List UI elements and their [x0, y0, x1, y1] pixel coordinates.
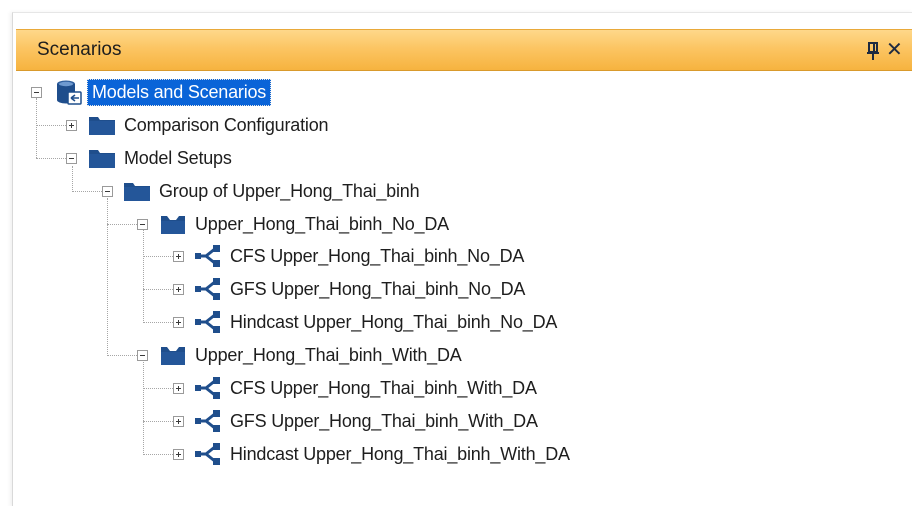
folder-icon	[123, 178, 151, 204]
tree-node-comparison-configuration[interactable]: Comparison Configuration	[88, 111, 332, 139]
folder-icon	[88, 112, 116, 138]
tree-node-label[interactable]: GFS Upper_Hong_Thai_binh_No_DA	[226, 277, 529, 302]
tree-node-model-with-da[interactable]: Upper_Hong_Thai_binh_With_DA	[159, 341, 466, 369]
collapse-toggle-with-da[interactable]	[137, 350, 148, 361]
tree-node-scenario[interactable]: CFS Upper_Hong_Thai_binh_No_DA	[194, 242, 528, 270]
tree-node-scenario[interactable]: Hindcast Upper_Hong_Thai_binh_With_DA	[194, 440, 574, 468]
expand-toggle-gfs-no-da[interactable]	[173, 284, 184, 295]
database-scenario-icon	[55, 79, 83, 105]
model-icon	[159, 211, 187, 237]
folder-icon	[88, 145, 116, 171]
tree-node-label[interactable]: Upper_Hong_Thai_binh_With_DA	[191, 343, 466, 368]
tree-node-scenario[interactable]: GFS Upper_Hong_Thai_binh_No_DA	[194, 275, 529, 303]
scenario-icon	[194, 243, 222, 269]
tree-node-label[interactable]: Comparison Configuration	[120, 113, 332, 138]
tree-node-scenario[interactable]: GFS Upper_Hong_Thai_binh_With_DA	[194, 407, 542, 435]
tree-node-group[interactable]: Group of Upper_Hong_Thai_binh	[123, 177, 423, 205]
expand-toggle-comparison[interactable]	[66, 120, 77, 131]
expand-toggle-hindcast-with-da[interactable]	[173, 449, 184, 460]
scenario-icon	[194, 276, 222, 302]
tree-node-label[interactable]: Group of Upper_Hong_Thai_binh	[155, 179, 423, 204]
expand-toggle-hindcast-no-da[interactable]	[173, 317, 184, 328]
collapse-toggle-model-setups[interactable]	[66, 153, 77, 164]
tree-node-label[interactable]: CFS Upper_Hong_Thai_binh_No_DA	[226, 244, 528, 269]
tree-node-label[interactable]: Model Setups	[120, 146, 236, 171]
expand-toggle-cfs-with-da[interactable]	[173, 383, 184, 394]
tree-node-model-setups[interactable]: Model Setups	[88, 144, 236, 172]
scenario-icon	[194, 441, 222, 467]
tree-node-root[interactable]: Models and Scenarios	[55, 78, 272, 106]
scenario-icon	[194, 408, 222, 434]
collapse-toggle-root[interactable]	[31, 87, 42, 98]
scenario-icon	[194, 309, 222, 335]
scenario-tree: Models and Scenarios Comparison Configur…	[0, 0, 912, 506]
tree-node-label[interactable]: Upper_Hong_Thai_binh_No_DA	[191, 212, 453, 237]
tree-node-label[interactable]: Hindcast Upper_Hong_Thai_binh_With_DA	[226, 442, 574, 467]
tree-node-label[interactable]: Hindcast Upper_Hong_Thai_binh_No_DA	[226, 310, 561, 335]
tree-node-label[interactable]: CFS Upper_Hong_Thai_binh_With_DA	[226, 376, 541, 401]
tree-node-label[interactable]: GFS Upper_Hong_Thai_binh_With_DA	[226, 409, 542, 434]
expand-toggle-gfs-with-da[interactable]	[173, 416, 184, 427]
model-icon	[159, 342, 187, 368]
tree-node-scenario[interactable]: Hindcast Upper_Hong_Thai_binh_No_DA	[194, 308, 561, 336]
scenario-icon	[194, 375, 222, 401]
scenarios-window: Scenarios ✕ Models and Scenarios Compari…	[0, 0, 912, 506]
tree-node-model-no-da[interactable]: Upper_Hong_Thai_binh_No_DA	[159, 210, 453, 238]
tree-node-label[interactable]: Models and Scenarios	[87, 78, 272, 106]
collapse-toggle-no-da[interactable]	[137, 219, 148, 230]
collapse-toggle-group[interactable]	[102, 186, 113, 197]
expand-toggle-cfs-no-da[interactable]	[173, 251, 184, 262]
tree-node-scenario[interactable]: CFS Upper_Hong_Thai_binh_With_DA	[194, 374, 541, 402]
